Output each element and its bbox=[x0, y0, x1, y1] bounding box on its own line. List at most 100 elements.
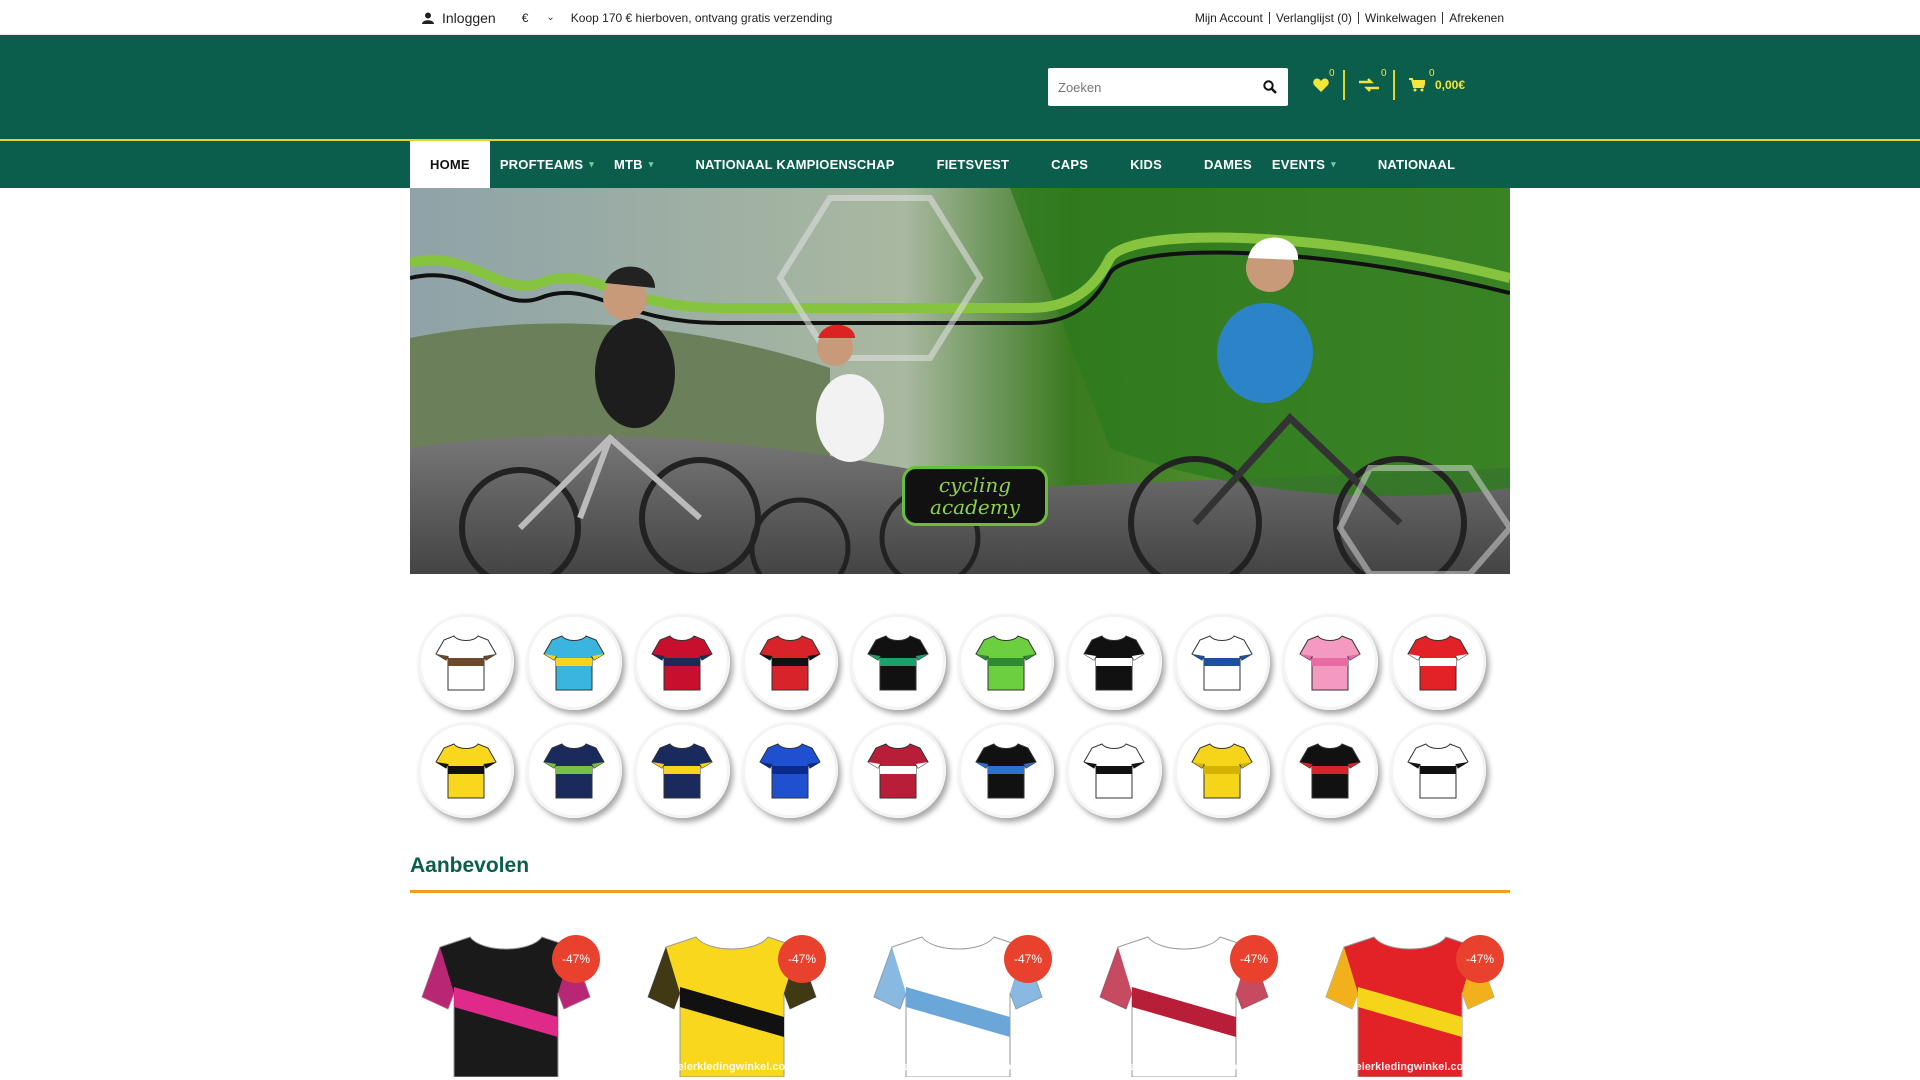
team-jersey-astana[interactable] bbox=[526, 614, 622, 710]
jersey-icon bbox=[651, 635, 713, 691]
header-icons: 0 0 0 0,00€ bbox=[1303, 68, 1479, 100]
team-jersey-maillot-jaune[interactable] bbox=[1174, 722, 1270, 818]
team-jersey-sunweb[interactable] bbox=[1066, 722, 1162, 818]
team-jersey-lotto-soudal[interactable] bbox=[1390, 614, 1486, 710]
wishlist-button[interactable]: 0 bbox=[1303, 68, 1343, 100]
search-input[interactable] bbox=[1048, 69, 1252, 105]
login-label[interactable]: Inloggen bbox=[442, 10, 496, 26]
main-nav: HOME PROFTEAMS ▾ MTB ▾ NATIONAAL KAMPIOENSCHA… bbox=[0, 141, 1920, 188]
nav-item-label[interactable]: DAMES bbox=[1204, 157, 1252, 172]
team-jersey-uae-emirates[interactable] bbox=[1390, 722, 1486, 818]
product-list: -47% -47% wielerkledingwinkel.com -47% wiele… bbox=[410, 927, 1510, 1077]
compare-icon bbox=[1359, 78, 1379, 92]
team-jersey-maglia-rosa[interactable] bbox=[1282, 614, 1378, 710]
checkout-link[interactable]: Afrekenen bbox=[1442, 11, 1510, 24]
jersey-icon bbox=[1083, 743, 1145, 799]
nav-item-dames[interactable]: DAMES bbox=[1194, 141, 1262, 188]
cart-link[interactable]: Winkelwagen bbox=[1357, 11, 1442, 24]
nav-item-nationaal[interactable]: NATIONAAL bbox=[1368, 141, 1465, 188]
jersey-icon bbox=[975, 635, 1037, 691]
currency-select[interactable]: € ⌄ bbox=[522, 11, 555, 25]
nav-item-profteams[interactable]: PROFTEAMS ▾ bbox=[490, 141, 604, 188]
search-button[interactable] bbox=[1252, 69, 1288, 105]
my-account-link[interactable]: Mijn Account bbox=[1189, 12, 1269, 24]
nav-item-label[interactable]: HOME bbox=[430, 157, 470, 172]
nav-item-label[interactable]: PROFTEAMS bbox=[500, 157, 583, 172]
compare-count: 0 bbox=[1381, 68, 1387, 79]
wishlist-link[interactable]: Verlanglijst (0) bbox=[1268, 11, 1358, 24]
nav-item-label[interactable]: MTB bbox=[614, 157, 643, 172]
jersey-icon bbox=[1407, 743, 1469, 799]
nav-item-fietsvest[interactable]: FIETSVEST bbox=[927, 141, 1020, 188]
cycling-academy-logo: cycling academy bbox=[902, 466, 1048, 526]
nav-item-label[interactable]: CAPS bbox=[1051, 157, 1088, 172]
wishlist-count: 0 bbox=[1329, 68, 1335, 79]
nav-item-label[interactable]: NATIONAAL bbox=[1378, 157, 1455, 172]
site-header: 0 0 0 0,00€ bbox=[0, 35, 1920, 141]
hero-banner[interactable]: cycling academy bbox=[410, 188, 1510, 574]
image-watermark: wielerkledingwinkel.com bbox=[666, 1061, 795, 1073]
cart-button[interactable]: 0 0,00€ bbox=[1393, 68, 1479, 100]
discount-badge: -47% bbox=[1230, 935, 1278, 983]
shipping-promo: Koop 170 € hierboven, ontvang gratis ver… bbox=[570, 10, 833, 25]
team-jersey-trek-segafredo[interactable] bbox=[1282, 722, 1378, 818]
jersey-icon bbox=[1299, 743, 1361, 799]
jersey-icon bbox=[867, 743, 929, 799]
nav-item-events[interactable]: EVENTS ▾ bbox=[1262, 141, 1346, 188]
search-icon bbox=[1263, 80, 1277, 94]
jersey-icon bbox=[543, 743, 605, 799]
nav-item-kids[interactable]: KIDS bbox=[1120, 141, 1172, 188]
team-jersey-bmc[interactable] bbox=[742, 614, 838, 710]
team-jersey-lotto-jumbo[interactable] bbox=[418, 722, 514, 818]
nav-item-label[interactable]: FIETSVEST bbox=[937, 157, 1010, 172]
product-card[interactable]: -47% bbox=[420, 927, 600, 1077]
team-jersey-cannondale-drapac[interactable] bbox=[958, 614, 1054, 710]
team-jersey-katusha-alpecin[interactable] bbox=[850, 722, 946, 818]
cart-count: 0 bbox=[1429, 68, 1435, 79]
discount-badge: -47% bbox=[552, 935, 600, 983]
team-jersey-dimension-data[interactable] bbox=[1066, 614, 1162, 710]
nav-item-home[interactable]: HOME bbox=[410, 141, 490, 188]
section-title: Aanbevolen bbox=[410, 854, 1510, 893]
product-card[interactable]: -47% wielerkledingwinkel.com bbox=[1324, 927, 1504, 1077]
team-jersey-movistar[interactable] bbox=[526, 722, 622, 818]
jersey-icon bbox=[651, 743, 713, 799]
team-jersey-ag2r-la-mondiale[interactable] bbox=[418, 614, 514, 710]
top-bar: Inloggen € ⌄ Koop 170 € hierboven, ontva… bbox=[0, 0, 1920, 35]
image-watermark: wielerkledingwinkel.com bbox=[1118, 1061, 1247, 1073]
team-jersey-sky[interactable] bbox=[958, 722, 1054, 818]
jersey-icon bbox=[975, 743, 1037, 799]
jersey-icon bbox=[1191, 743, 1253, 799]
heart-icon bbox=[1313, 78, 1329, 92]
chevron-down-icon: ▾ bbox=[589, 159, 594, 169]
currency-value[interactable]: € bbox=[522, 11, 529, 25]
jersey-icon bbox=[543, 635, 605, 691]
top-links: Mijn Account Verlanglijst (0) Winkelwage… bbox=[1189, 11, 1510, 24]
team-jersey-orica-scott[interactable] bbox=[634, 722, 730, 818]
nav-item-label[interactable]: KIDS bbox=[1130, 157, 1162, 172]
cart-total[interactable]: 0,00€ bbox=[1435, 78, 1465, 92]
jersey-icon bbox=[1407, 635, 1469, 691]
jersey-icon bbox=[1191, 635, 1253, 691]
chevron-down-icon[interactable]: ⌄ bbox=[546, 12, 554, 23]
login-link[interactable]: Inloggen bbox=[422, 10, 496, 26]
jersey-icon bbox=[759, 635, 821, 691]
nav-item-label[interactable]: NATIONAAL KAMPIOENSCHAP bbox=[695, 157, 894, 172]
team-jersey-quick-step[interactable] bbox=[742, 722, 838, 818]
nav-item-caps[interactable]: CAPS bbox=[1041, 141, 1098, 188]
jersey-icon bbox=[1083, 635, 1145, 691]
product-card[interactable]: -47% wielerkledingwinkel.com bbox=[1098, 927, 1278, 1077]
product-card[interactable]: -47% wielerkledingwinkel.com bbox=[646, 927, 826, 1077]
team-jersey-fdj[interactable] bbox=[1174, 614, 1270, 710]
nav-item-label[interactable]: EVENTS bbox=[1272, 157, 1325, 172]
nav-item-nationaal-kampioenschap[interactable]: NATIONAAL KAMPIOENSCHAP bbox=[685, 141, 904, 188]
compare-button[interactable]: 0 bbox=[1343, 68, 1393, 100]
team-jersey-bahrain-merida[interactable] bbox=[634, 614, 730, 710]
jersey-icon bbox=[435, 743, 497, 799]
team-jersey-bora[interactable] bbox=[850, 614, 946, 710]
nav-item-mtb[interactable]: MTB ▾ bbox=[604, 141, 663, 188]
team-jersey-grid bbox=[410, 614, 1510, 818]
user-icon bbox=[422, 12, 434, 24]
product-card[interactable]: -47% wielerkledingwinkel.com bbox=[872, 927, 1052, 1077]
chevron-down-icon: ▾ bbox=[1331, 159, 1336, 169]
